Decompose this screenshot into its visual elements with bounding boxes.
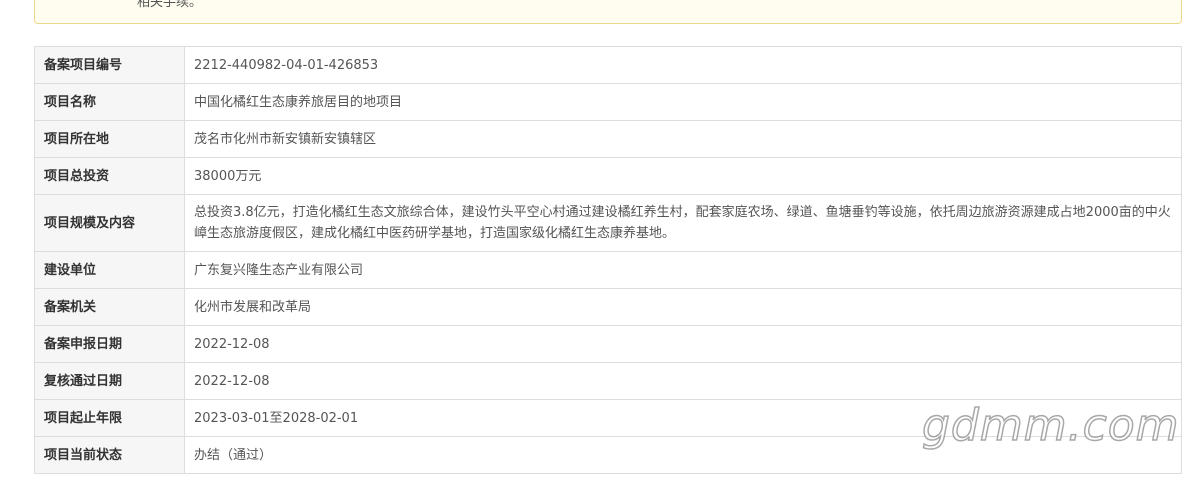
row-label: 项目起止年限 bbox=[34, 399, 185, 437]
table-row: 项目名称 中国化橘红生态康养旅居目的地项目 bbox=[34, 83, 1182, 121]
table-row: 备案申报日期 2022-12-08 bbox=[34, 325, 1182, 363]
row-label: 建设单位 bbox=[34, 251, 185, 289]
row-label: 项目所在地 bbox=[34, 120, 185, 158]
table-row: 备案项目编号 2212-440982-04-01-426853 bbox=[34, 46, 1182, 84]
table-row: 项目规模及内容 总投资3.8亿元，打造化橘红生态文旅综合体，建设竹头平空心村通过… bbox=[34, 194, 1182, 252]
row-value: 总投资3.8亿元，打造化橘红生态文旅综合体，建设竹头平空心村通过建设橘红养生村，… bbox=[184, 194, 1182, 252]
row-value: 茂名市化州市新安镇新安镇辖区 bbox=[184, 120, 1182, 158]
row-value: 2212-440982-04-01-426853 bbox=[184, 46, 1182, 84]
table-row: 项目所在地 茂名市化州市新安镇新安镇辖区 bbox=[34, 120, 1182, 158]
table-row: 备案机关 化州市发展和改革局 bbox=[34, 288, 1182, 326]
row-label: 备案申报日期 bbox=[34, 325, 185, 363]
row-value: 2022-12-08 bbox=[184, 325, 1182, 363]
table-row: 项目总投资 38000万元 bbox=[34, 157, 1182, 195]
row-value: 广东复兴隆生态产业有限公司 bbox=[184, 251, 1182, 289]
row-label: 项目总投资 bbox=[34, 157, 185, 195]
row-value: 38000万元 bbox=[184, 157, 1182, 195]
table-row: 复核通过日期 2022-12-08 bbox=[34, 362, 1182, 400]
notice-box: 相关手续。 bbox=[34, 0, 1182, 24]
row-label: 复核通过日期 bbox=[34, 362, 185, 400]
row-label: 项目规模及内容 bbox=[34, 194, 185, 252]
watermark-logo: gdmm.com bbox=[921, 399, 1180, 452]
row-value: 2022-12-08 bbox=[184, 362, 1182, 400]
row-value: 中国化橘红生态康养旅居目的地项目 bbox=[184, 83, 1182, 121]
notice-text: 相关手续。 bbox=[137, 0, 203, 10]
row-label: 备案机关 bbox=[34, 288, 185, 326]
row-label: 项目当前状态 bbox=[34, 436, 185, 474]
table-row: 建设单位 广东复兴隆生态产业有限公司 bbox=[34, 251, 1182, 289]
row-label: 备案项目编号 bbox=[34, 46, 185, 84]
row-value: 化州市发展和改革局 bbox=[184, 288, 1182, 326]
row-label: 项目名称 bbox=[34, 83, 185, 121]
